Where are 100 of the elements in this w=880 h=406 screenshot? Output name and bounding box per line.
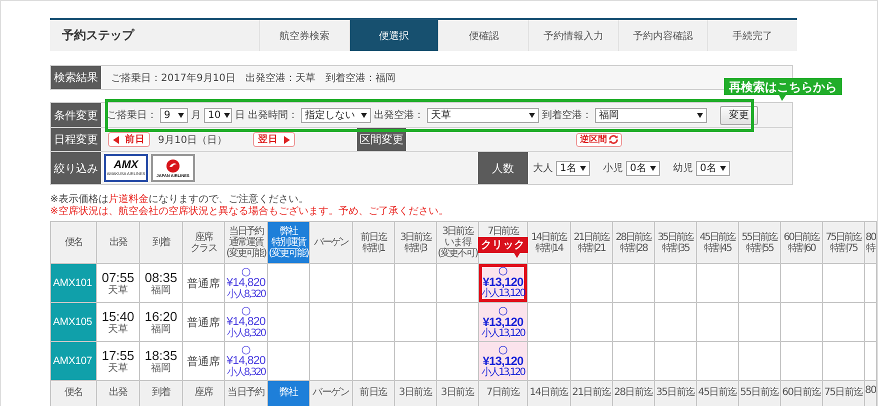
column-header: 前日迄 (352, 380, 394, 406)
column-header: 28日前迄 (612, 380, 654, 406)
column-header: 55日前迄 (738, 380, 780, 406)
row-label: 条件変更 (51, 103, 101, 127)
callout-label: 再検索はこちらから (724, 78, 842, 101)
column-header: 3日前迄 いま得 (変更不可) (436, 222, 478, 264)
passenger-select[interactable]: 1名 (556, 160, 590, 176)
column-header: 3日前迄 (436, 380, 478, 406)
column-header: 弊社 特別運賃 (変更可能) (268, 222, 310, 264)
airport-text: 天草 (107, 362, 129, 374)
column-header: 35日前迄 (654, 380, 696, 406)
column-header: 60日前迄 特割60 (780, 222, 822, 264)
passenger-select[interactable]: 0名 (626, 160, 660, 176)
fare-cell[interactable]: ○ ¥14,820 小人8,320 (224, 264, 268, 302)
column-header: 出発 (96, 380, 140, 406)
field-label: ご搭乗日： (107, 108, 157, 122)
caret-icon (224, 112, 230, 118)
time-select[interactable]: 指定しない (301, 108, 371, 122)
column-header: 28日前迄 特割28 (612, 222, 654, 264)
row-label: 絞り込み (51, 152, 101, 184)
column-header: 45日前迄 特割45 (696, 222, 738, 264)
month-select[interactable]: 9 (160, 108, 188, 122)
field-label: 大人 (533, 162, 553, 175)
column-header: 座席 (182, 380, 224, 406)
fare-cell[interactable]: ○ ¥13,120 小人13,120 (478, 302, 528, 342)
caret-icon (529, 112, 535, 118)
caret-icon (697, 112, 703, 118)
field-label: 月 (191, 109, 201, 122)
airport-text: 福岡 (150, 324, 172, 334)
time-text: 07:55 (100, 270, 136, 284)
next-day-button[interactable]: 翌日 (253, 132, 295, 147)
time-text: 16:20 (144, 310, 178, 324)
steps-title: 予約ステップ (61, 27, 136, 44)
seat-class: 普通席 (182, 264, 224, 302)
notice-text: ※表示価格は片道料金になりますので、ご注意ください。 (50, 194, 310, 206)
fare-cell[interactable]: ○ ¥14,820 小人8,320 (224, 302, 268, 342)
caret-icon (178, 112, 184, 118)
column-header: 当日予約 通常運賃 (変更可能) (224, 222, 268, 264)
column-header: 60日前迄 (780, 380, 822, 406)
cycle-arrows-icon (608, 134, 619, 145)
field-label: 小児 (603, 162, 623, 175)
field-label: 出発空港： (374, 108, 424, 122)
field-label: 到着空港： (542, 108, 592, 122)
time-text: 15:40 (100, 310, 136, 324)
column-header: 55日前迄 特割55 (738, 222, 780, 264)
caret-icon (361, 112, 367, 118)
airport-text: 福岡 (150, 362, 172, 374)
row-label: 人数 (478, 152, 528, 184)
time-text: 18:35 (144, 348, 178, 362)
column-header: 14日前迄 (528, 380, 570, 406)
flight-number: AMX105 (50, 302, 96, 342)
column-header: 3日前迄 特割3 (394, 222, 436, 264)
airport-text: 福岡 (150, 284, 172, 296)
column-header: 7日前迄 (478, 380, 528, 406)
schedule-date: 9月10日（日） (157, 134, 228, 146)
field-label: 日 (235, 109, 245, 122)
column-header: 便名 (50, 380, 96, 406)
passenger-select[interactable]: 0名 (696, 160, 730, 176)
row-label: 検索結果 (51, 66, 101, 89)
column-header: 21日前迄 (570, 380, 612, 406)
column-header: 45日前迄 (696, 380, 738, 406)
column-header: 75日前迄 (822, 380, 864, 406)
caret-icon (580, 166, 586, 170)
caret-icon (720, 166, 726, 170)
flight-number: AMX107 (50, 342, 96, 380)
fare-cell[interactable]: ○ ¥13,120 小人13,120 (478, 342, 528, 380)
column-header: 到着 (140, 380, 182, 406)
fare-cell[interactable]: ○ ¥14,820 小人8,320 (224, 342, 268, 380)
row-label: 日程変更 (51, 128, 101, 151)
seat-class: 普通席 (182, 302, 224, 342)
reverse-route-button[interactable]: 逆区間 (576, 132, 622, 146)
airport-select[interactable]: 天草 (427, 108, 539, 122)
column-header: 前日迄 特割1 (352, 222, 394, 264)
seat-class: 普通席 (182, 342, 224, 380)
column-header: 便名 (50, 222, 96, 264)
logo-text: AMX (114, 160, 138, 171)
column-header: 75日前迄 特割75 (822, 222, 864, 264)
day-select[interactable]: 10 (204, 108, 232, 122)
column-header: 弊社 (268, 380, 310, 406)
column-header: 14日前迄 特割14 (528, 222, 570, 264)
time-text: 08:35 (144, 270, 178, 284)
previous-day-button[interactable]: 前日 (108, 132, 150, 147)
airport-select[interactable]: 福岡 (595, 108, 707, 122)
flight-number: AMX101 (50, 264, 96, 302)
caret-icon (284, 136, 290, 144)
field-label: 幼児 (673, 162, 693, 175)
column-header: 3日前迄 (394, 380, 436, 406)
column-header: 80 特 (864, 222, 876, 264)
column-header: バーゲン (310, 380, 352, 406)
caret-icon (650, 166, 656, 170)
column-header: 到着 (140, 222, 182, 264)
column-header: 出発 (96, 222, 140, 264)
column-header: 21日前迄 特割21 (570, 222, 612, 264)
column-header: 当日予約 (224, 380, 268, 406)
crane-emblem-icon (166, 158, 180, 172)
column-header: 座席 クラス (182, 222, 224, 264)
change-button[interactable]: 変更 (720, 106, 758, 124)
notice-text: ※空席状況は、航空会社の空席状況と異なる場合もございます。予め、ご了承ください。 (50, 206, 450, 218)
airport-text: 天草 (107, 324, 129, 334)
caret-icon (113, 136, 119, 144)
